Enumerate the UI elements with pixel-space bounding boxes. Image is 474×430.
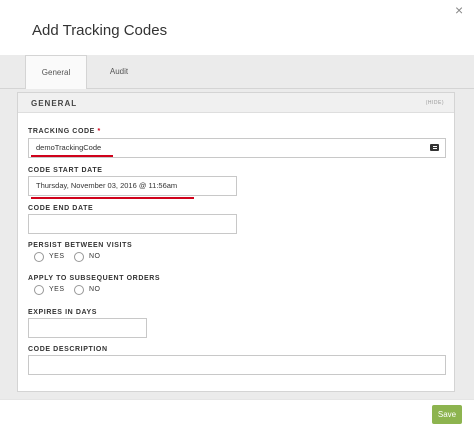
- apply-yes-label: YES: [49, 286, 65, 293]
- expires-in-days-label: EXPIRES IN DAYS: [28, 309, 98, 316]
- persist-no-radio[interactable]: [74, 252, 84, 262]
- code-end-date-label: CODE END DATE: [28, 205, 94, 212]
- persist-yes-radio[interactable]: [34, 252, 44, 262]
- dialog-title: Add Tracking Codes: [32, 22, 168, 39]
- code-end-date-input[interactable]: [28, 214, 237, 234]
- apply-yes-radio[interactable]: [34, 285, 44, 295]
- tab-audit[interactable]: Audit: [103, 55, 135, 89]
- tracking-code-annotation-underline: [31, 155, 113, 157]
- persist-no-label: NO: [89, 253, 101, 260]
- tab-panel: GENERAL (HIDE) TRACKING CODE * demoTrack…: [0, 89, 474, 399]
- persist-between-visits-options: YES NO: [34, 252, 154, 262]
- apply-no-radio[interactable]: [74, 285, 84, 295]
- apply-subsequent-orders-options: YES NO: [34, 285, 154, 295]
- tab-general[interactable]: General: [25, 55, 87, 90]
- apply-no-label: NO: [89, 286, 101, 293]
- id-card-icon[interactable]: [430, 144, 439, 151]
- required-mark: *: [97, 128, 101, 135]
- hide-section-link[interactable]: (HIDE): [426, 100, 444, 106]
- code-description-label: CODE DESCRIPTION: [28, 346, 108, 353]
- code-start-date-input[interactable]: Thursday, November 03, 2016 @ 11:56am: [28, 176, 237, 196]
- section-header: GENERAL (HIDE): [18, 93, 454, 113]
- start-date-annotation-underline: [31, 197, 194, 199]
- tracking-code-value: demoTrackingCode: [36, 143, 102, 152]
- save-button[interactable]: Save: [432, 405, 462, 424]
- section-title: GENERAL: [31, 99, 78, 108]
- tracking-code-label-text: TRACKING CODE: [28, 128, 95, 135]
- code-start-date-value: Thursday, November 03, 2016 @ 11:56am: [36, 181, 178, 190]
- code-description-input[interactable]: [28, 355, 446, 375]
- tab-strip: General Audit: [0, 55, 474, 90]
- general-section: GENERAL (HIDE) TRACKING CODE * demoTrack…: [17, 92, 455, 392]
- tracking-code-label: TRACKING CODE *: [28, 128, 101, 135]
- code-start-date-label: CODE START DATE: [28, 167, 103, 174]
- close-icon[interactable]: ×: [455, 3, 463, 17]
- expires-in-days-input[interactable]: [28, 318, 147, 338]
- persist-between-visits-label: PERSIST BETWEEN VISITS: [28, 242, 133, 249]
- dialog-footer: [0, 399, 474, 430]
- persist-yes-label: YES: [49, 253, 65, 260]
- apply-subsequent-orders-label: APPLY TO SUBSEQUENT ORDERS: [28, 275, 161, 282]
